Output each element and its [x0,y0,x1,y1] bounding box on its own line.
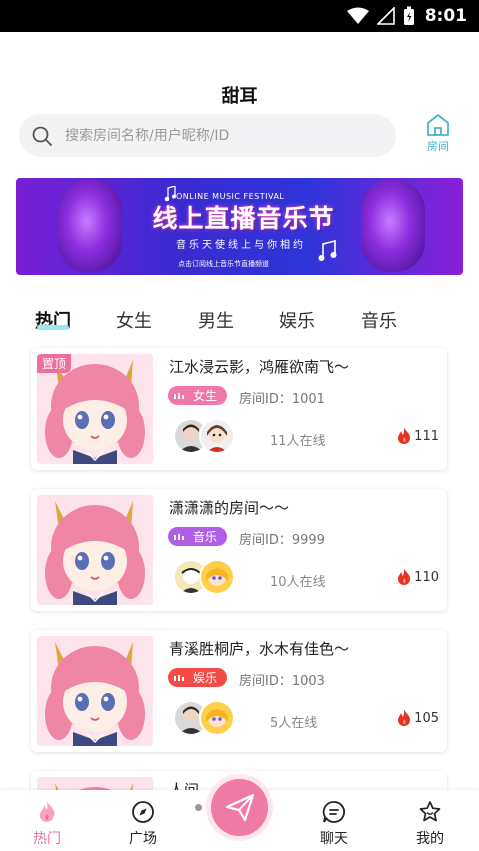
room-id: 房间ID：1001 [239,392,325,407]
promo-banner[interactable]: ONLINE MUSIC FESTIVAL 线上直播音乐节 音乐天使线上与你相约… [16,178,463,275]
rooms-button-label: 房间 [427,140,449,153]
banner-title: 线上直播音乐节 [152,204,335,233]
online-count: 5人在线 [270,716,318,731]
pinned-badge: 置顶 [37,354,72,373]
tabbar-mine[interactable]: 我的 [400,800,460,848]
room-id: 房间ID：1003 [239,674,325,689]
fire-icon [398,428,411,444]
clock: 8:01 [424,6,467,26]
banner-slogan: 音乐天使线上与你相约 [176,240,306,251]
room-cover: 置顶 [37,354,153,464]
online-count: 10人在线 [270,575,326,590]
banner-caption: 点击订阅线上音乐节直播频道 [178,260,269,268]
tab-entertainment[interactable]: 娱乐 [279,307,315,333]
heat-count: 111 [397,428,439,444]
hot-icon [39,802,55,822]
anime-girl-image [37,495,153,605]
search-input[interactable] [65,127,375,144]
room-card[interactable]: 置顶 江水浸云影，鸿雁欲南飞～ 女生 房间ID：1001 11人在线 111 [31,348,447,470]
home-icon [427,114,449,136]
headphone-right-image [361,180,425,272]
heat-count: 110 [397,569,439,585]
fire-icon [398,569,411,585]
heat-value: 111 [414,428,439,444]
signal-icon [376,7,395,25]
fire-icon [398,710,411,726]
page-title: 甜耳 [221,86,258,107]
publish-button-inner [211,779,268,836]
room-id: 房间ID：9999 [239,533,325,548]
room-tag: 音乐 [168,527,227,546]
battery-icon [403,6,414,25]
room-tag: 女生 [168,386,227,405]
music-notes-icon [318,240,337,261]
page-indicator-dot [195,804,202,811]
tab-music[interactable]: 音乐 [361,307,397,333]
tabbar-square-label: 广场 [129,831,157,847]
room-card[interactable]: 潇潇潇的房间～～ 音乐 房间ID：9999 10人在线 110 [31,489,447,611]
tab-male[interactable]: 男生 [198,307,234,333]
tabbar-hot[interactable]: 热门 [17,800,77,848]
rooms-button[interactable]: 房间 [418,113,458,161]
tab-female[interactable]: 女生 [116,307,152,333]
heat-count: 105 [397,710,439,726]
search-icon [32,126,52,146]
room-tag-label: 娱乐 [193,671,218,685]
room-card[interactable]: 青溪胜桐庐，水木有佳色～ 娱乐 房间ID：1003 5人在线 105 [31,630,447,752]
heat-value: 110 [414,569,439,585]
tabbar-square[interactable]: 广场 [113,800,173,848]
room-cover [37,636,153,746]
room-tag: 娱乐 [168,668,227,687]
paper-plane-icon [225,793,254,821]
avatar [199,418,235,454]
online-count: 11人在线 [270,434,326,449]
member-avatars [173,559,235,597]
room-title: 江水浸云影，鸿雁欲南飞～ [169,358,350,376]
member-avatars [173,700,235,738]
tabbar-hot-label: 热门 [33,831,61,847]
publish-button[interactable] [206,774,273,841]
room-cover [37,495,153,605]
tabbar-mine-label: 我的 [416,831,444,847]
heat-value: 105 [414,710,439,726]
star-face-icon [419,801,441,822]
tabbar-chat-label: 聊天 [320,831,348,847]
category-tabs: 热门 女生 男生 娱乐 音乐 [0,307,479,337]
member-avatars [173,418,235,456]
room-title: 潇潇潇的房间～～ [169,499,290,517]
compass-icon [132,801,154,823]
status-bar: 8:01 [0,0,479,32]
headphone-left-image [58,180,122,272]
room-tag-label: 音乐 [193,530,218,544]
search-bar[interactable] [19,114,396,157]
room-tag-label: 女生 [193,389,218,403]
tabbar-chat[interactable]: 聊天 [304,800,364,848]
chat-icon [322,801,345,823]
avatar [199,700,235,736]
active-tab-indicator [37,325,69,330]
anime-girl-image [37,636,153,746]
wifi-icon [346,7,369,24]
room-title: 青溪胜桐庐，水木有佳色～ [169,640,350,658]
avatar [199,559,235,595]
